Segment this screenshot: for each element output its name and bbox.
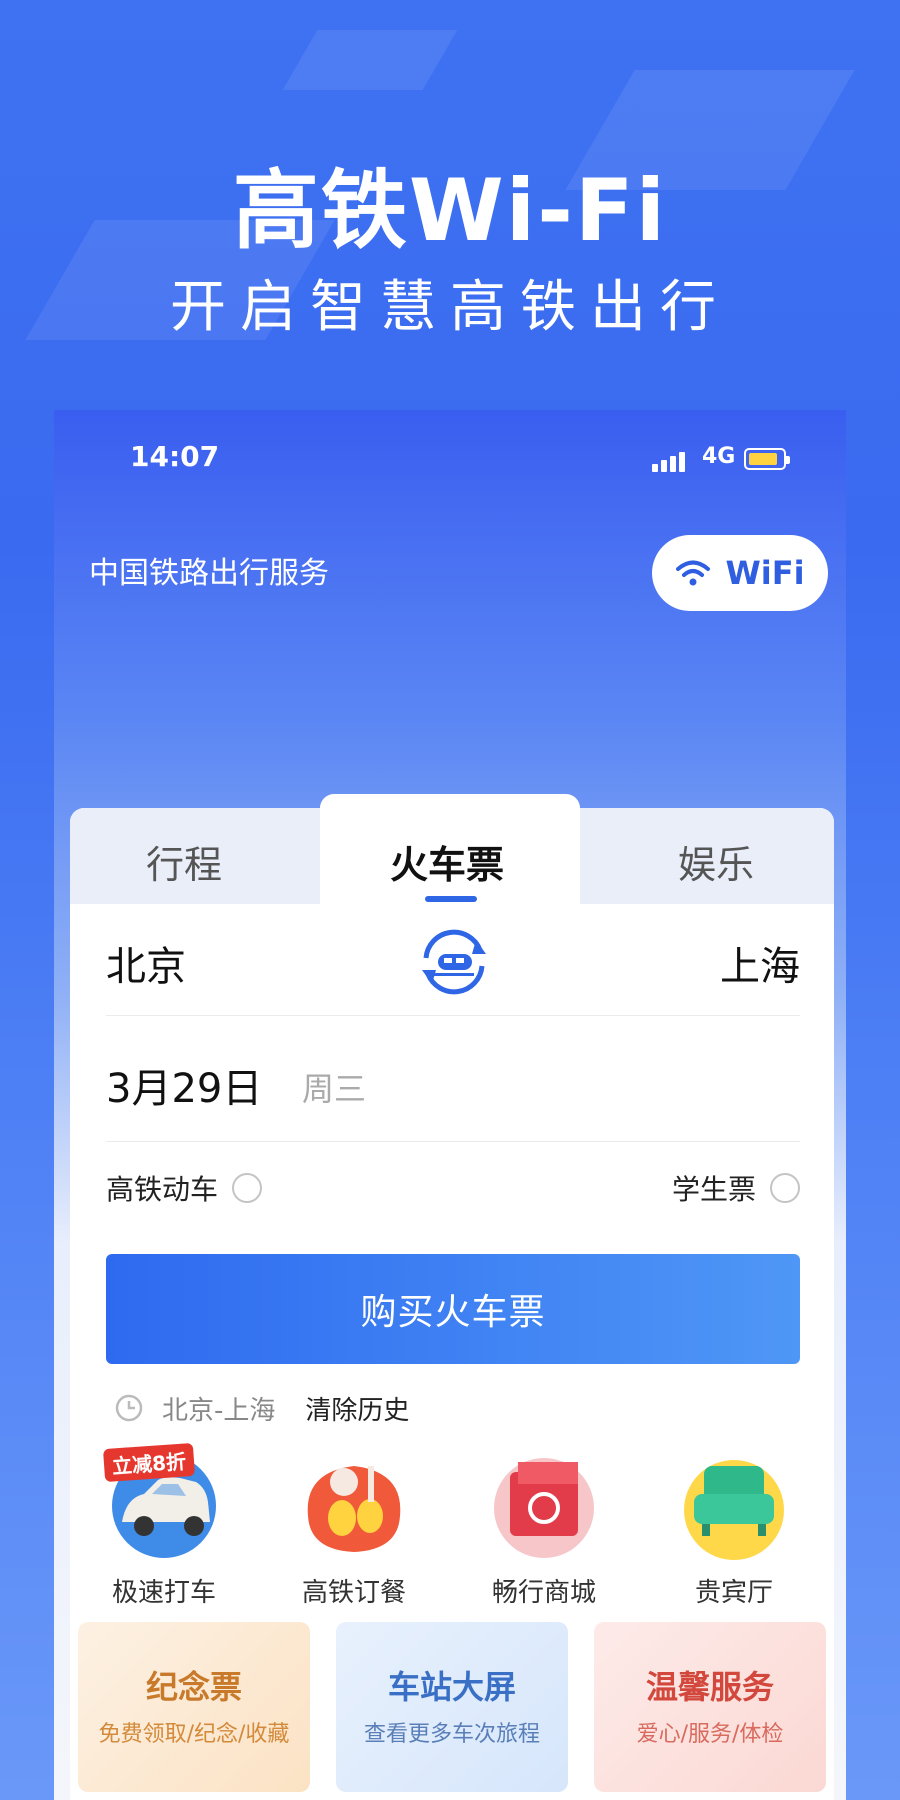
- clear-history-button[interactable]: 清除历史: [305, 1390, 409, 1427]
- service-label: 畅行商城: [491, 1578, 596, 1608]
- clock-icon: [115, 1394, 143, 1422]
- high-speed-label: 高铁动车: [106, 1173, 219, 1206]
- service-meal[interactable]: 高铁订餐: [264, 1442, 444, 1609]
- tab-train-tickets[interactable]: 火车票: [390, 834, 504, 889]
- battery-icon: [744, 448, 790, 470]
- student-ticket-radio[interactable]: [770, 1173, 800, 1203]
- promo-badge: 立减8折: [102, 1442, 195, 1483]
- service-label: 极速打车: [111, 1578, 216, 1608]
- tab-bar: 行程 火车票 娱乐: [70, 794, 834, 904]
- car-icon: 立减8折: [102, 1442, 224, 1562]
- service-label: 贵宾厅: [694, 1578, 773, 1608]
- tile-title: 温馨服务: [645, 1668, 774, 1706]
- arrival-city[interactable]: 上海: [720, 934, 800, 992]
- sofa-icon: [674, 1442, 794, 1562]
- tile-title: 纪念票: [145, 1668, 242, 1706]
- phone-screen: 14:07 4G 中国铁路出行服务 WiFi 行程 火车票 娱乐 北京 上海 3…: [54, 410, 846, 1800]
- date-selector[interactable]: 3月29日 周三: [106, 1016, 800, 1142]
- high-speed-radio[interactable]: [232, 1173, 263, 1203]
- signal-icon: [652, 450, 692, 472]
- tile-description: 爱心/服务/体检: [636, 1722, 784, 1747]
- tile-description: 查看更多车次旅程: [363, 1722, 540, 1747]
- background-decoration: [282, 30, 458, 90]
- tile-title: 车站大屏: [387, 1668, 516, 1706]
- departure-weekday: 周三: [302, 1070, 367, 1108]
- active-tab-indicator: [425, 896, 477, 902]
- tile-care-service[interactable]: 温馨服务 爱心/服务/体检: [594, 1622, 826, 1792]
- departure-city[interactable]: 北京: [106, 934, 186, 992]
- service-mall[interactable]: 畅行商城: [454, 1442, 634, 1609]
- search-history: 北京-上海 清除历史: [114, 1388, 409, 1428]
- service-vip-lounge[interactable]: 贵宾厅: [644, 1442, 824, 1609]
- feature-tiles: 纪念票 免费领取/纪念/收藏 车站大屏 查看更多车次旅程 温馨服务 爱心/服务/…: [78, 1622, 826, 1800]
- hero-title: 高铁Wi-Fi: [232, 161, 668, 261]
- high-speed-option[interactable]: 高铁动车: [106, 1168, 263, 1208]
- status-time: 14:07: [130, 440, 220, 473]
- swap-train-icon[interactable]: [416, 924, 492, 1000]
- wifi-button-label: WiFi: [725, 554, 805, 592]
- meal-icon: [294, 1442, 414, 1562]
- tile-description: 免费领取/纪念/收藏: [98, 1722, 290, 1747]
- route-selector: 北京 上海: [106, 904, 800, 1016]
- student-ticket-option[interactable]: 学生票: [672, 1168, 800, 1208]
- booking-card: 行程 火车票 娱乐 北京 上海 3月29日 周三 高铁动车 学生票 购买火车票 …: [70, 794, 834, 1800]
- hero-subtitle: 开启智慧高铁出行: [170, 275, 730, 340]
- history-item[interactable]: 北京-上海: [162, 1390, 275, 1427]
- shop-icon: [484, 1442, 604, 1562]
- buy-ticket-button[interactable]: 购买火车票: [106, 1254, 800, 1364]
- network-type: 4G: [702, 444, 736, 469]
- tab-trips[interactable]: 行程: [146, 834, 222, 889]
- tile-souvenir-ticket[interactable]: 纪念票 免费领取/纪念/收藏: [78, 1622, 310, 1792]
- service-taxi[interactable]: 立减8折 极速打车: [74, 1442, 254, 1609]
- departure-date: 3月29日: [106, 1066, 263, 1112]
- ticket-options: 高铁动车 学生票: [106, 1158, 800, 1218]
- wifi-icon: [676, 560, 711, 586]
- service-label: 高铁订餐: [301, 1578, 406, 1608]
- wifi-button[interactable]: WiFi: [652, 535, 828, 611]
- status-bar: 14:07 4G: [54, 440, 846, 480]
- service-title: 中国铁路出行服务: [89, 556, 329, 591]
- service-grid: 立减8折 极速打车 高铁订餐 畅行商城 贵宾厅: [70, 1442, 834, 1612]
- tile-station-screen[interactable]: 车站大屏 查看更多车次旅程: [336, 1622, 568, 1792]
- tab-entertainment[interactable]: 娱乐: [678, 834, 754, 889]
- student-ticket-label: 学生票: [671, 1173, 756, 1206]
